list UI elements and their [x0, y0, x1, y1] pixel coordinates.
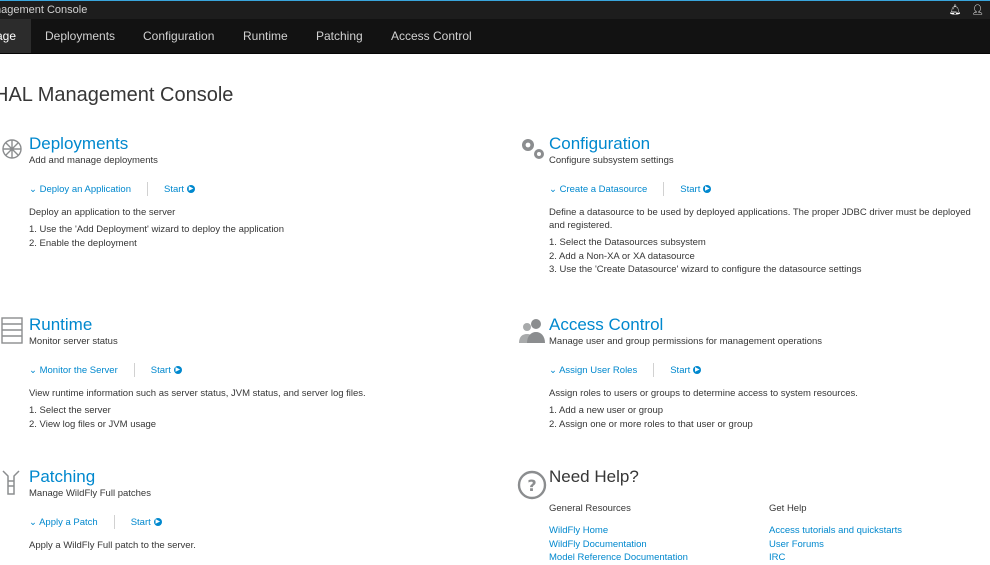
bell-icon[interactable]: 🔔︎ [949, 1, 962, 20]
section-access-control: Access Control Manage user and group per… [519, 315, 989, 431]
deployments-step: 1. Use the 'Add Deployment' wizard to de… [29, 224, 284, 235]
section-need-help: ? Need Help? General Resources WildFly H… [517, 467, 989, 565]
deployments-icon [2, 139, 22, 159]
main-nav: age Deployments Configuration Runtime Pa… [0, 19, 990, 54]
masthead: nagement Console 🔔︎ 👤︎ [0, 0, 990, 19]
section-deployments: Deployments Add and manage deployments ⌄… [2, 134, 469, 250]
runtime-step: 2. View log files or JVM usage [29, 418, 157, 430]
start-label: Start [680, 183, 701, 195]
start-label: Start [130, 516, 151, 528]
configuration-title[interactable]: Configuration [549, 134, 989, 154]
configuration-step: 3. Use the 'Create Datasource' wizard to… [549, 264, 862, 275]
access-control-description: Assign roles to users or groups to deter… [549, 388, 858, 399]
action-divider [113, 515, 115, 529]
runtime-title[interactable]: Runtime [29, 315, 469, 335]
runtime-subtitle: Monitor server status [29, 336, 118, 347]
link-wildfly-documentation[interactable]: WildFly Documentation [549, 538, 769, 552]
deployments-title[interactable]: Deployments [29, 134, 469, 154]
monitor-server-toggle[interactable]: ⌄ Monitor the Server [29, 365, 118, 376]
action-divider [653, 363, 655, 377]
brand-title: nagement Console [0, 4, 88, 16]
runtime-step: 1. Select the server [29, 405, 111, 416]
start-label: Start [150, 364, 171, 376]
access-control-step: 1. Add a new user or group [549, 405, 664, 416]
svg-text:?: ? [527, 476, 536, 495]
create-datasource-toggle[interactable]: ⌄ Create a Datasource [549, 184, 647, 195]
link-user-forums[interactable]: User Forums [769, 538, 989, 552]
action-divider [663, 182, 665, 196]
deployments-subtitle: Add and manage deployments [29, 155, 158, 166]
nav-item-runtime[interactable]: Runtime [243, 19, 288, 53]
configuration-step: 2. Add a Non-XA or XA datasource [549, 250, 695, 262]
users-icon [519, 319, 545, 343]
section-configuration: Configuration Configure subsystem settin… [522, 134, 989, 277]
deployments-description: Deploy an application to the server [29, 207, 176, 218]
patching-title[interactable]: Patching [29, 467, 469, 487]
section-runtime: Runtime Monitor server status ⌄ Monitor … [1, 315, 469, 431]
gears-icon [522, 139, 544, 159]
link-irc[interactable]: IRC [769, 551, 989, 565]
start-label: Start [163, 183, 185, 195]
arrow-circle-right-icon: ▶ [703, 185, 712, 193]
action-divider [133, 363, 135, 377]
arrow-circle-right-icon: ▶ [173, 366, 182, 374]
general-resources-heading: General Resources [549, 503, 631, 514]
apply-patch-toggle[interactable]: ⌄ Apply a Patch [29, 517, 98, 528]
nav-item-homepage[interactable]: age [0, 19, 32, 53]
patching-subtitle: Manage WildFly Full patches [29, 488, 151, 499]
link-wildfly-home[interactable]: WildFly Home [549, 524, 769, 538]
deploy-application-label: Deploy an Application [39, 183, 131, 195]
monitor-server-label: Monitor the Server [39, 364, 118, 376]
bandaid-icon [2, 470, 20, 495]
nav-item-configuration[interactable]: Configuration [143, 19, 214, 53]
access-control-start-link[interactable]: Start ▶ [670, 364, 702, 376]
nav-item-deployments[interactable]: Deployments [45, 19, 115, 53]
link-model-reference[interactable]: Model Reference Documentation [549, 551, 769, 565]
nav-item-patching[interactable]: Patching [316, 19, 363, 53]
apply-patch-label: Apply a Patch [39, 516, 98, 528]
patching-description: Apply a WildFly Full patch to the server… [29, 540, 196, 551]
start-label: Start [670, 364, 691, 376]
configuration-start-link[interactable]: Start ▶ [680, 183, 712, 195]
page-title: HAL Management Console [0, 84, 234, 106]
arrow-circle-right-icon: ▶ [693, 366, 702, 374]
question-circle-icon: ? [517, 470, 547, 500]
deployments-step: 2. Enable the deployment [29, 237, 137, 249]
need-help-title: Need Help? [549, 467, 639, 486]
assign-user-roles-toggle[interactable]: ⌄ Assign User Roles [549, 365, 637, 376]
action-divider [146, 182, 148, 196]
arrow-circle-right-icon: ▶ [153, 518, 162, 526]
access-control-title[interactable]: Access Control [549, 315, 989, 335]
runtime-description: View runtime information such as server … [29, 388, 366, 399]
link-tutorials[interactable]: Access tutorials and quickstarts [769, 524, 989, 538]
create-datasource-label: Create a Datasource [559, 183, 648, 195]
arrow-circle-right-icon: ▶ [187, 185, 196, 193]
runtime-start-link[interactable]: Start ▶ [151, 365, 182, 376]
assign-user-roles-label: Assign User Roles [559, 364, 638, 376]
access-control-subtitle: Manage user and group permissions for ma… [549, 336, 823, 347]
patching-start-link[interactable]: Start ▶ [131, 517, 162, 528]
deploy-application-toggle[interactable]: ⌄ Deploy an Application [29, 184, 131, 195]
section-patching: Patching Manage WildFly Full patches ⌄ A… [2, 467, 469, 552]
nav-item-access-control[interactable]: Access Control [391, 19, 472, 53]
configuration-description: Define a datasource to be used by deploy… [549, 207, 971, 231]
get-help-heading: Get Help [769, 503, 807, 514]
access-control-step: 2. Assign one or more roles to that user… [549, 418, 753, 430]
deployments-start-link[interactable]: Start ▶ [163, 183, 196, 195]
user-icon[interactable]: 👤︎ [971, 1, 984, 20]
server-stack-icon [1, 317, 23, 344]
configuration-subtitle: Configure subsystem settings [549, 155, 674, 166]
configuration-step: 1. Select the Datasources subsystem [549, 237, 706, 248]
